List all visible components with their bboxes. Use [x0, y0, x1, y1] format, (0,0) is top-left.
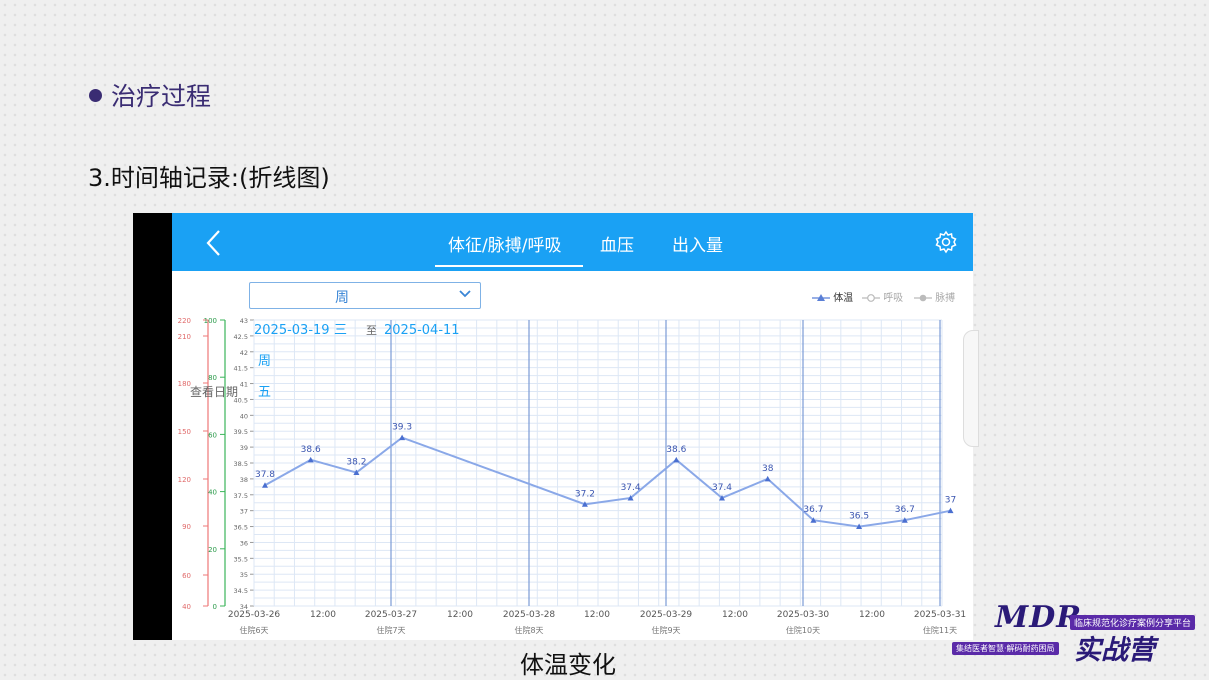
temperature-data-label: 38.2 — [346, 458, 366, 468]
temperature-data-label: 36.5 — [849, 512, 869, 522]
screenshot-border — [133, 213, 172, 640]
temp-tick-label: 41.5 — [234, 365, 248, 373]
date-range-end: 2025-04-11 — [384, 323, 460, 338]
pulse-tick-label: 180 — [178, 380, 191, 388]
mdr-logo: MDR 临床规范化诊疗案例分享平台 集结医者智慧·解码耐药困局 实战营 — [952, 600, 1196, 670]
breath-tick-label: 40 — [208, 489, 217, 497]
figure-caption: 体温变化 — [520, 651, 616, 679]
vitals-chart: 4060901201501802102200204060801003434.53… — [178, 317, 967, 635]
pulse-tick-label: 150 — [178, 428, 191, 436]
temperature-data-label: 37.2 — [575, 489, 595, 499]
temp-tick-label: 42 — [240, 349, 248, 357]
temp-tick-label: 39.5 — [234, 428, 248, 436]
breath-tick-label: 80 — [208, 374, 217, 382]
temperature-data-label: 37.4 — [712, 483, 732, 493]
breath-tick-label: 20 — [208, 546, 217, 554]
temp-tick-label: 37.5 — [234, 492, 248, 500]
x-tick-label: 12:00 — [584, 610, 610, 620]
x-tick-label: 2025-03-31 — [914, 610, 966, 620]
section-title: 治疗过程 — [111, 82, 212, 111]
logo-camp: 实战营 — [1074, 635, 1155, 666]
temp-tick-label: 39 — [240, 444, 248, 452]
x-tick-label: 12:00 — [859, 610, 885, 620]
date-range-end-weekday: 五 — [258, 385, 271, 400]
view-date-label: 查看日期 — [190, 385, 238, 399]
temperature-data-label: 37 — [945, 496, 956, 506]
temperature-data-label: 36.7 — [803, 505, 823, 515]
date-range-separator: 至 — [366, 324, 377, 337]
temperature-data-label: 37.4 — [621, 483, 641, 493]
x-tick-sublabel: 住院10天 — [786, 625, 820, 635]
temp-tick-label: 35.5 — [234, 555, 248, 563]
temp-tick-label: 41 — [240, 381, 248, 389]
x-tick-label: 12:00 — [722, 610, 748, 620]
pulse-tick-label: 220 — [178, 317, 191, 325]
temperature-data-label: 36.7 — [895, 505, 915, 515]
pulse-tick-label: 120 — [178, 476, 191, 484]
temp-tick-label: 42.5 — [234, 333, 248, 341]
temperature-data-label: 37.8 — [255, 470, 275, 480]
date-range-start: 2025-03-19 — [254, 323, 330, 338]
temp-tick-label: 34.5 — [234, 587, 248, 595]
x-tick-sublabel: 住院9天 — [651, 625, 680, 635]
temp-tick-label: 38.5 — [234, 460, 248, 468]
temperature-data-label: 39.3 — [392, 423, 412, 433]
temp-tick-label: 40 — [240, 412, 248, 420]
pulse-tick-label: 90 — [182, 523, 191, 531]
x-tick-label: 2025-03-29 — [640, 610, 693, 620]
temperature-point — [673, 456, 680, 463]
temperature-line — [264, 436, 951, 528]
temp-tick-label: 37 — [240, 508, 248, 516]
temp-tick-label: 43 — [240, 317, 248, 325]
bullet-icon — [89, 89, 102, 102]
pulse-tick-label: 210 — [178, 333, 191, 341]
x-tick-sublabel: 住院6天 — [239, 625, 268, 635]
x-tick-sublabel: 住院8天 — [514, 625, 543, 635]
x-tick-label: 2025-03-28 — [503, 610, 556, 620]
side-drawer-handle[interactable] — [963, 330, 979, 447]
x-tick-label: 12:00 — [310, 610, 336, 620]
x-tick-label: 2025-03-27 — [365, 610, 417, 620]
logo-slogan: 集结医者智慧·解码耐药困局 — [952, 642, 1059, 655]
breath-tick-label: 0 — [213, 603, 217, 611]
x-tick-sublabel: 住院7天 — [376, 625, 405, 635]
x-tick-label: 12:00 — [447, 610, 473, 620]
breath-tick-label: 100 — [204, 317, 217, 325]
breath-tick-label: 60 — [208, 431, 217, 439]
x-tick-label: 2025-03-30 — [777, 610, 830, 620]
temperature-data-label: 38.6 — [301, 445, 321, 455]
x-tick-sublabel: 住院11天 — [923, 625, 957, 635]
temp-tick-label: 36 — [240, 539, 248, 547]
date-range-unit: 周 — [258, 354, 271, 369]
slide-subtitle: 3.时间轴记录:(折线图) — [88, 164, 330, 192]
pulse-tick-label: 40 — [182, 603, 191, 611]
temperature-data-label: 38.6 — [666, 445, 686, 455]
temp-tick-label: 38 — [240, 476, 248, 484]
temp-tick-label: 36.5 — [234, 524, 248, 532]
temperature-data-label: 38 — [762, 464, 774, 474]
temp-tick-label: 35 — [240, 571, 248, 579]
vitals-app-screen: 体征/脉搏/呼吸 血压 出入量 周 体温 呼吸 脉搏 40 60 90 120 150 1… — [172, 213, 973, 640]
date-range-start-weekday: 三 — [334, 323, 347, 338]
x-tick-label: 2025-03-26 — [228, 610, 281, 620]
pulse-tick-label: 60 — [182, 572, 191, 580]
